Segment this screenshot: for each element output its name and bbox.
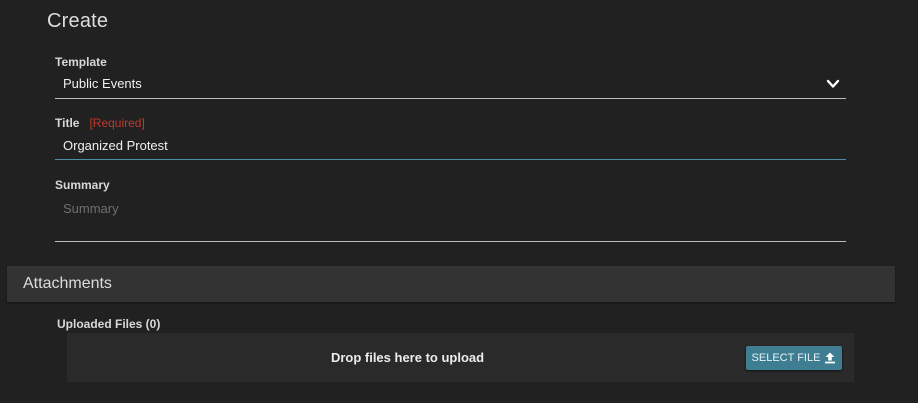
select-file-label: SELECT FILE xyxy=(751,352,821,364)
page-title: Create xyxy=(47,10,109,32)
template-select-value: Public Events xyxy=(63,76,142,91)
title-label-text: Title xyxy=(55,116,80,130)
title-label: Title [Required] xyxy=(55,116,846,130)
summary-label: Summary xyxy=(55,178,846,192)
template-select[interactable]: Public Events xyxy=(55,69,846,99)
file-dropzone[interactable]: Drop files here to upload SELECT FILE xyxy=(67,333,854,382)
attachments-section-header: Attachments xyxy=(7,266,895,302)
dropzone-text: Drop files here to upload xyxy=(330,350,485,365)
summary-textarea[interactable]: Summary xyxy=(55,192,846,242)
title-input[interactable]: Organized Protest xyxy=(55,130,846,160)
uploaded-files-label: Uploaded Files (0) xyxy=(57,317,161,331)
summary-label-text: Summary xyxy=(55,178,110,192)
title-field: Title [Required] Organized Protest xyxy=(55,116,846,160)
template-label-text: Template xyxy=(55,55,107,69)
template-field: Template Public Events xyxy=(55,55,846,99)
select-file-button[interactable]: SELECT FILE xyxy=(746,346,842,370)
create-page: Create Template Public Events Title [Req… xyxy=(0,0,918,403)
upload-icon xyxy=(824,352,836,364)
summary-placeholder: Summary xyxy=(63,201,119,216)
title-input-value: Organized Protest xyxy=(63,138,168,153)
attachments-title: Attachments xyxy=(23,275,112,292)
required-badge: [Required] xyxy=(89,116,145,130)
template-label: Template xyxy=(55,55,846,69)
chevron-down-icon[interactable] xyxy=(826,77,840,91)
summary-field: Summary Summary xyxy=(55,178,846,242)
